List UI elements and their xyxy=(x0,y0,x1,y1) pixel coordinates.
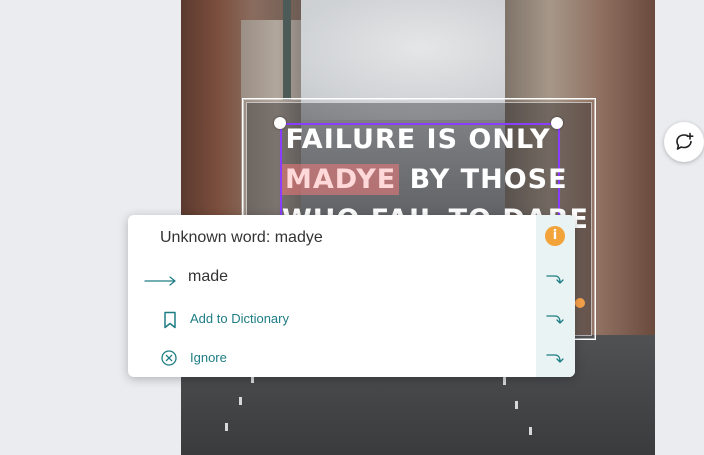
lane-marking xyxy=(239,397,242,405)
popup-title: Unknown word: madye xyxy=(160,229,323,246)
suggestion-label: made xyxy=(188,268,229,285)
info-icon[interactable]: i xyxy=(545,226,565,246)
apply-arrow-icon xyxy=(546,315,564,324)
headline-line-2: MADYE BY THOSE xyxy=(282,160,567,200)
add-to-dictionary-label: Add to Dictionary xyxy=(190,311,289,326)
headline-line-1: FAILURE IS ONLY xyxy=(285,124,551,155)
add-to-dictionary-row[interactable]: Add to Dictionary xyxy=(128,300,536,340)
lane-marking xyxy=(225,423,228,431)
x-circle-icon xyxy=(161,350,177,366)
lane-marking xyxy=(515,401,518,409)
arrow-right-icon xyxy=(144,276,176,286)
suggestion-row-made[interactable]: made xyxy=(128,262,536,302)
headline-line-2-rest: BY THOSE xyxy=(409,164,568,195)
apply-arrow-icon xyxy=(546,354,564,363)
lane-marking xyxy=(503,377,506,385)
ignore-row[interactable]: Ignore xyxy=(128,339,536,377)
apply-suggestion-button[interactable] xyxy=(545,270,565,290)
bookmark-icon xyxy=(164,311,176,329)
position-guide-dot xyxy=(575,298,585,308)
spellcheck-popup: Unknown word: madye i made Add to Dictio… xyxy=(128,215,575,377)
misspelled-word[interactable]: MADYE xyxy=(282,164,400,195)
lamp-post xyxy=(283,0,291,100)
comment-plus-icon xyxy=(676,132,694,150)
ignore-label: Ignore xyxy=(190,350,227,365)
add-comment-button[interactable] xyxy=(664,122,704,162)
apply-ignore-button[interactable] xyxy=(545,349,565,369)
lane-marking xyxy=(529,427,532,435)
apply-arrow-icon xyxy=(546,275,564,284)
apply-add-to-dictionary-button[interactable] xyxy=(545,310,565,330)
